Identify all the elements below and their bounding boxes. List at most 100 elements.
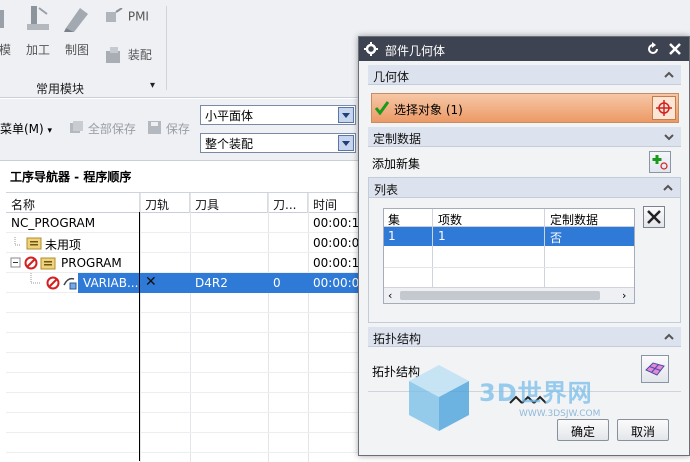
table-row[interactable]: NC_PROGRAM 00:00:12 [6, 213, 358, 233]
table-row-empty [6, 393, 358, 413]
scroll-left-icon[interactable]: ‹ [388, 289, 392, 302]
column-header-time[interactable]: 时间 [308, 193, 358, 213]
row-tool: D4R2 [190, 273, 268, 293]
ribbon-group-label: 常用模块 [36, 82, 85, 96]
save-label: 保存 [165, 122, 190, 136]
drafting-icon [64, 8, 88, 32]
cancel-button[interactable]: 取消 [617, 419, 669, 441]
folder-icon [40, 257, 56, 270]
section-geometry-label: 几何体 [373, 70, 410, 84]
ribbon-button-machining[interactable]: 加工 [22, 4, 54, 58]
horizontal-scrollbar[interactable]: ‹ › [384, 287, 634, 303]
reset-icon[interactable] [645, 41, 661, 57]
column-header-name[interactable]: 名称 [6, 193, 140, 213]
list-header-set[interactable]: 集 [388, 211, 400, 228]
ribbon-button-assembly[interactable]: 装配 [104, 46, 160, 65]
list-section: 列表 集 项数 定制数据 1 1 否 ‹ › [368, 177, 681, 323]
ribbon-separator [166, 6, 167, 90]
chevron-up-icon[interactable] [662, 182, 674, 194]
chevron-up-icon[interactable] [663, 69, 675, 81]
remove-icon [647, 210, 661, 224]
list-cell-count: 1 [438, 229, 446, 243]
tree-connector-icon [30, 273, 40, 284]
no-entry-icon [24, 256, 38, 270]
row-name: NC_PROGRAM [11, 216, 96, 230]
watermark-text: 3D世界网 [479, 379, 593, 407]
list-divider [432, 209, 433, 287]
list-cell-set: 1 [388, 229, 396, 243]
ribbon-button-model[interactable]: 模 [0, 4, 18, 58]
table-row-empty [6, 353, 358, 373]
ribbon-label-drafting: 制图 [64, 43, 89, 57]
select-object-label: 选择对象 (1) [394, 103, 463, 117]
list-row-selected[interactable]: 1 1 否 [384, 227, 634, 246]
save-button[interactable]: 保存 [148, 120, 190, 137]
chevron-down-icon[interactable] [338, 107, 354, 123]
table-row-empty [6, 333, 358, 353]
row-time: 00:00:12 [313, 256, 358, 270]
column-header-tool-number[interactable]: 刀... [268, 193, 308, 213]
section-custom-data-header[interactable]: 定制数据 [368, 127, 681, 147]
ribbon-button-pmi[interactable]: PMI [104, 7, 158, 26]
table-row[interactable]: PROGRAM 00:00:12 [6, 253, 358, 273]
assembly-icon [106, 46, 120, 63]
table-row-empty [6, 373, 358, 393]
table-row[interactable]: 未用项 00:00:00 [6, 233, 358, 253]
section-list-header[interactable]: 列表 [369, 178, 680, 198]
toolpath-status-icon: ✕ [140, 273, 190, 293]
list-header-custom[interactable]: 定制数据 [550, 211, 598, 228]
ribbon-button-drafting[interactable]: 制图 [60, 4, 94, 58]
column-header-toolpath[interactable]: 刀轨 [140, 193, 190, 213]
save-all-button[interactable]: 全部保存 [70, 120, 136, 137]
add-new-set-label: 添加新集 [372, 157, 421, 171]
assembly-scope-select[interactable]: 整个装配 [200, 133, 356, 153]
row-name: VARIAB... [78, 273, 140, 293]
section-list-label: 列表 [374, 183, 399, 197]
row-name: PROGRAM [61, 256, 122, 270]
chevron-up-icon[interactable] [663, 331, 675, 343]
cube-logo-icon [409, 365, 469, 431]
ribbon-label-model: 模 [0, 43, 11, 57]
operation-icon [63, 277, 77, 290]
select-object-row[interactable]: 选择对象 (1) [371, 93, 679, 123]
table-row-empty [6, 413, 358, 433]
model-icon [0, 10, 4, 28]
ribbon-label-assembly: 装配 [127, 48, 152, 62]
set-list-table: 集 项数 定制数据 1 1 否 ‹ › [383, 208, 635, 304]
type-filter-select[interactable]: 小平面体 [200, 105, 356, 125]
row-time: 00:00:12 [313, 216, 358, 230]
gear-icon[interactable] [363, 41, 379, 57]
menu-button[interactable]: 菜单(M) ▾ [0, 120, 52, 137]
scrollbar-thumb[interactable] [400, 291, 600, 300]
crosshair-icon [656, 100, 672, 116]
menu-caret-icon: ▾ [47, 126, 53, 136]
ribbon-group-more-icon[interactable]: ▾ [150, 80, 155, 91]
select-object-button[interactable] [652, 96, 676, 120]
row-time: 00:00:00 [313, 236, 358, 250]
save-all-label: 全部保存 [87, 122, 136, 136]
scroll-right-icon[interactable]: › [622, 289, 626, 302]
remove-set-button[interactable] [643, 206, 665, 228]
column-header-tool[interactable]: 刀具 [190, 193, 268, 213]
table-row-selected[interactable]: VARIAB... ✕ D4R2 0 00:00:00 [6, 273, 358, 293]
table-row-empty [6, 433, 358, 453]
ribbon-label-pmi: PMI [127, 9, 149, 24]
row-time: 00:00:00 [308, 273, 358, 293]
checkmark-icon [375, 101, 389, 115]
close-icon[interactable] [667, 41, 683, 57]
pmi-icon [106, 7, 123, 22]
section-geometry-header[interactable]: 几何体 [368, 65, 681, 85]
topology-button[interactable] [641, 355, 669, 383]
row-name: 未用项 [45, 238, 82, 252]
list-header-count[interactable]: 项数 [438, 211, 462, 228]
list-cell-custom: 否 [550, 231, 563, 245]
list-header-row: 集 项数 定制数据 [384, 209, 634, 227]
collapse-icon[interactable] [10, 257, 22, 269]
section-topology-header[interactable]: 拓扑结构 [368, 327, 681, 347]
table-row-empty [6, 313, 358, 333]
chevron-down-icon[interactable] [663, 131, 675, 143]
chevron-down-icon[interactable] [338, 135, 354, 151]
save-all-icon [70, 121, 83, 133]
ok-button[interactable]: 确定 [557, 419, 609, 441]
add-new-set-button[interactable] [649, 151, 671, 173]
